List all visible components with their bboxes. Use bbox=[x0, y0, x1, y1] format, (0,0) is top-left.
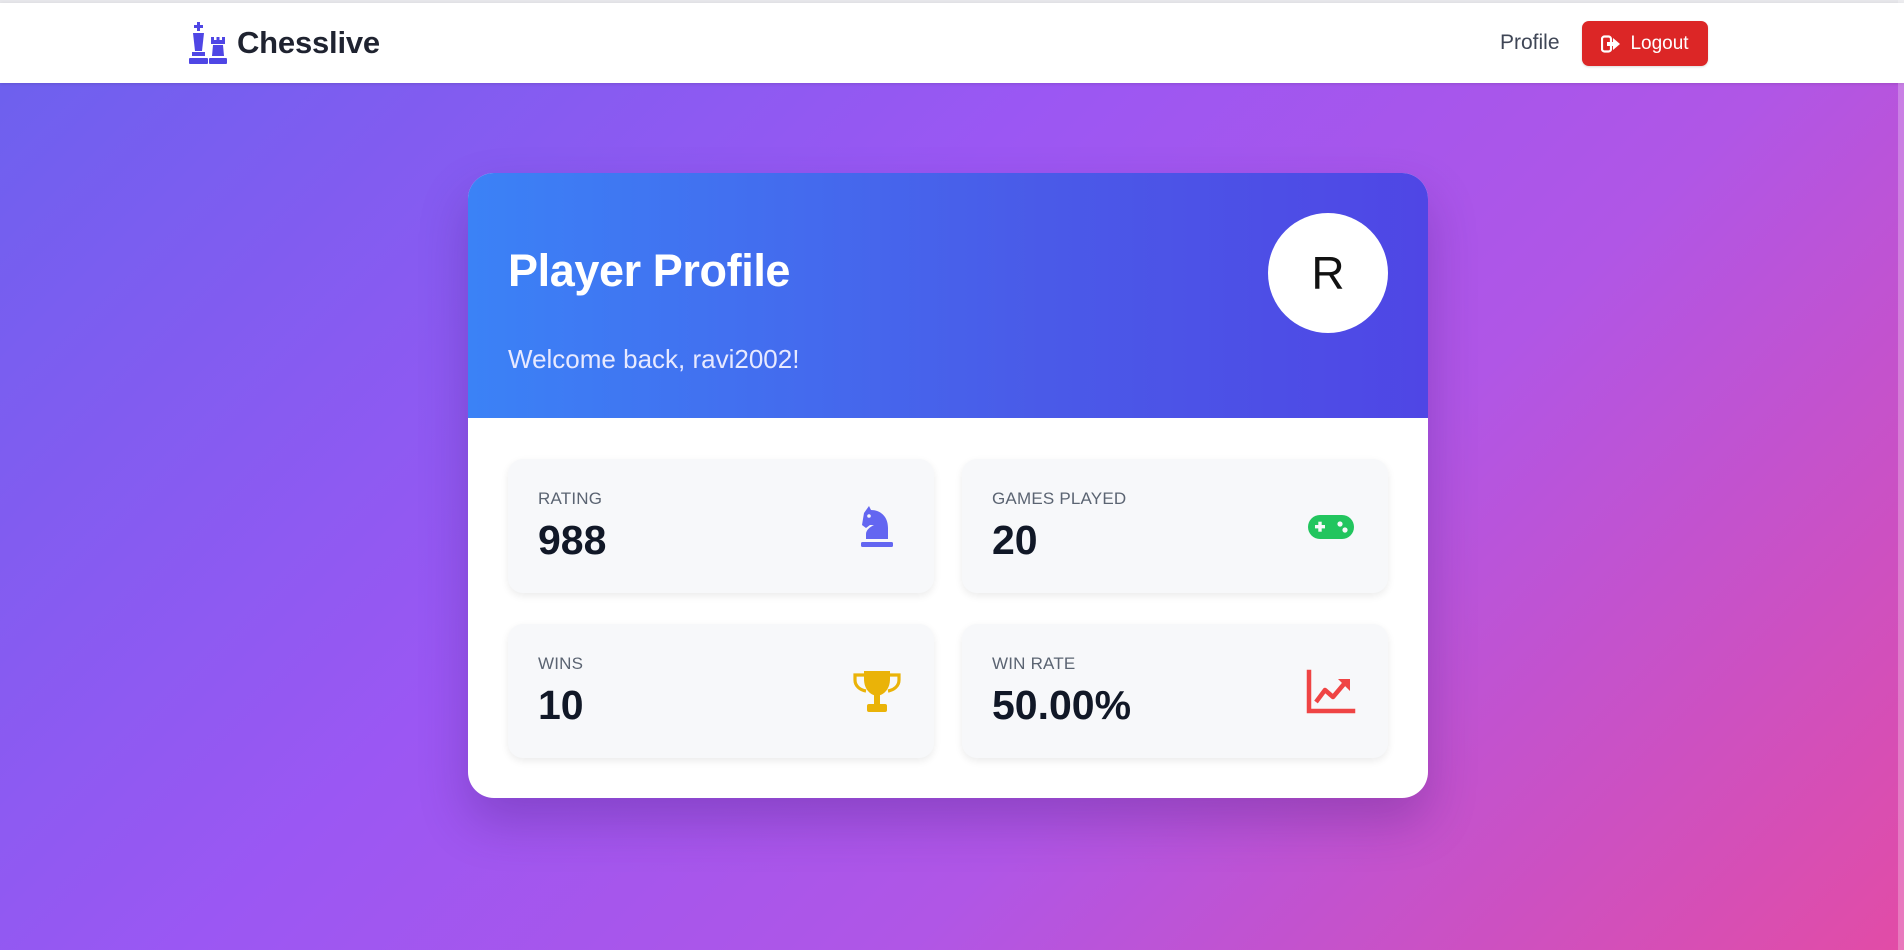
logout-button[interactable]: Logout bbox=[1582, 21, 1708, 66]
brand[interactable]: Chesslive bbox=[187, 21, 380, 65]
stat-card-games-played: GAMES PLAYED 20 bbox=[962, 459, 1388, 593]
profile-header: Player Profile Welcome back, ravi2002! R bbox=[468, 173, 1428, 418]
stat-value: 10 bbox=[538, 682, 584, 728]
stat-label: WIN RATE bbox=[992, 654, 1076, 673]
chart-line-icon bbox=[1306, 669, 1356, 714]
stat-value: 20 bbox=[992, 517, 1038, 563]
stat-value: 50.00% bbox=[992, 682, 1132, 728]
sign-out-icon bbox=[1601, 34, 1621, 53]
navbar: Chesslive Profile Logout bbox=[0, 3, 1904, 83]
stat-card-win-rate: WIN RATE 50.00% bbox=[962, 624, 1388, 758]
chess-pieces-icon bbox=[189, 22, 227, 64]
trophy-icon bbox=[853, 671, 901, 712]
welcome-message: Welcome back, ravi2002! bbox=[508, 344, 800, 374]
page-scrollbar[interactable] bbox=[1898, 0, 1904, 950]
page-title: Player Profile bbox=[508, 245, 791, 296]
stat-value: 988 bbox=[538, 517, 607, 563]
logout-label: Logout bbox=[1630, 32, 1689, 54]
profile-card: Player Profile Welcome back, ravi2002! R… bbox=[468, 173, 1428, 798]
stat-label: RATING bbox=[538, 489, 603, 508]
stat-card-rating: RATING 988 bbox=[508, 459, 934, 593]
stat-label: WINS bbox=[538, 654, 584, 673]
gamepad-icon bbox=[1308, 515, 1354, 539]
chess-knight-icon bbox=[861, 506, 893, 547]
stat-card-wins: WINS 10 bbox=[508, 624, 934, 758]
nav-profile-link[interactable]: Profile bbox=[1500, 31, 1560, 55]
avatar: R bbox=[1268, 213, 1388, 333]
brand-name: Chesslive bbox=[237, 25, 380, 60]
stat-label: GAMES PLAYED bbox=[992, 489, 1127, 508]
